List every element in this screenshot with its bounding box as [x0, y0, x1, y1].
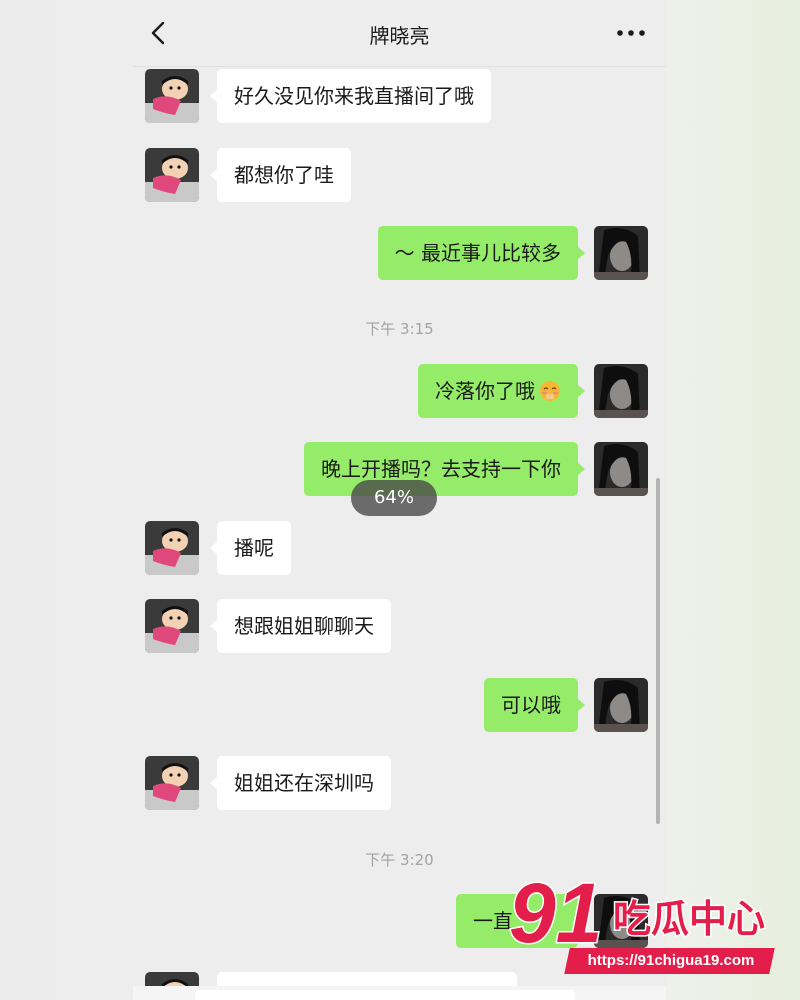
blushing-face-icon: [540, 381, 560, 401]
more-dots-icon[interactable]: [614, 22, 648, 44]
user-avatar[interactable]: [594, 364, 648, 418]
watermark: 91 吃瓜中心 https://91chigua19.com: [505, 865, 775, 980]
chat-screen: 牌晓亮 好久没见你来我直播间了哦 都想你了哇 ～ 最近事儿比较多 下午 3:15: [133, 0, 666, 1000]
video-progress-badge: 64%: [351, 480, 437, 516]
message-bubble-sent[interactable]: 晚上开播吗？去支持一下你: [304, 442, 585, 496]
watermark-url: https://91chigua19.com: [587, 952, 755, 969]
contact-avatar[interactable]: [145, 599, 199, 653]
message-bubble-sent[interactable]: 可以哦: [484, 678, 585, 732]
message-bubble-received[interactable]: 都想你了哇: [210, 148, 351, 202]
user-avatar[interactable]: [594, 226, 648, 280]
chat-header: 牌晓亮: [133, 0, 666, 67]
message-input[interactable]: [195, 990, 575, 1000]
message-bubble-received[interactable]: 播呢: [210, 521, 291, 575]
timestamp: 下午 3:20: [365, 851, 434, 869]
chat-title: 牌晓亮: [369, 24, 430, 48]
watermark-name: 吃瓜中心: [613, 897, 765, 941]
scrollbar[interactable]: [656, 478, 660, 824]
message-bubble-received[interactable]: 姐姐还在深圳吗: [210, 756, 391, 810]
contact-avatar[interactable]: [145, 148, 199, 202]
message-bubble-sent[interactable]: ～ 最近事儿比较多: [377, 226, 586, 280]
contact-avatar[interactable]: [145, 521, 199, 575]
message-bubble-received[interactable]: 想跟姐姐聊聊天: [210, 599, 391, 653]
contact-avatar[interactable]: [145, 69, 199, 123]
message-bubble-sent[interactable]: 冷落你了哦: [418, 364, 585, 418]
user-avatar[interactable]: [594, 678, 648, 732]
watermark-number: 91: [509, 868, 602, 948]
watermark-logo: 91 吃瓜中心: [508, 865, 767, 962]
message-bubble-received[interactable]: 好久没见你来我直播间了哦: [210, 69, 491, 123]
user-avatar[interactable]: [594, 442, 648, 496]
timestamp: 下午 3:15: [365, 320, 434, 338]
contact-avatar[interactable]: [145, 756, 199, 810]
message-text: 冷落你了哦: [435, 379, 535, 403]
